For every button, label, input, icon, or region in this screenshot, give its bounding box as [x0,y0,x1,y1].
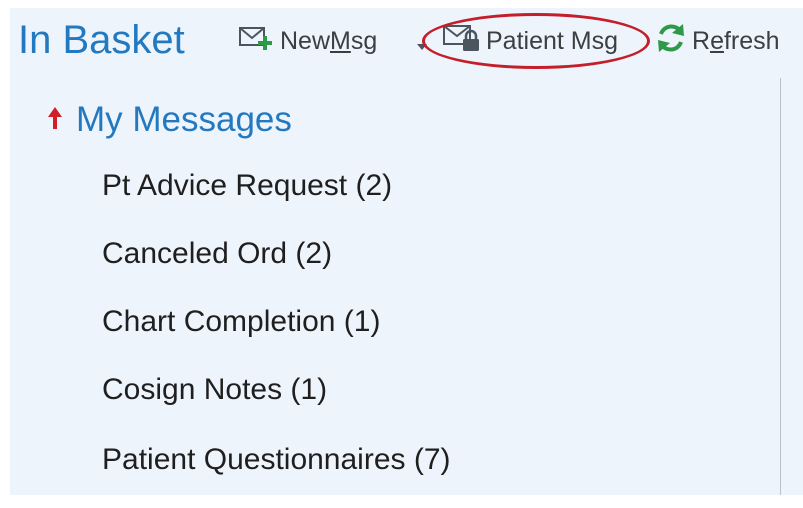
new-msg-label-prefix: New [280,26,331,55]
in-basket-panel: In Basket New Msg Patient Msg R e fresh … [10,8,803,495]
dropdown-caret-icon [416,29,428,58]
list-item-pt-advice-request[interactable]: Pt Advice Request (2) [102,166,451,234]
message-folder-list: Pt Advice Request (2) Canceled Ord (2) C… [102,166,451,508]
list-item-patient-questionnaires[interactable]: Patient Questionnaires (7) [102,440,451,508]
refresh-label-suffix: fresh [723,26,780,55]
refresh-button[interactable]: Re fresh [654,23,780,58]
page-title: In Basket [18,18,185,62]
up-arrow-icon [46,105,64,136]
new-msg-label-accesskey: M [330,26,351,55]
new-msg-button[interactable]: New Msg [238,24,377,58]
list-item-chart-completion[interactable]: Chart Completion (1) [102,302,451,370]
folder-title: My Messages [76,100,292,139]
list-item-cosign-notes[interactable]: Cosign Notes (1) [102,370,451,438]
new-msg-label-suffix: sg [350,26,378,55]
refresh-label-accesskey: e [710,26,724,55]
new-msg-dropdown-button[interactable] [414,26,430,60]
refresh-icon [654,21,688,62]
envelope-plus-icon [238,24,276,59]
in-basket-toolbar: In Basket New Msg Patient Msg R e fresh [10,8,803,72]
list-item-canceled-ord[interactable]: Canceled Ord (2) [102,234,451,302]
patient-msg-button[interactable]: Patient Msg [442,24,618,58]
envelope-lock-icon [442,23,482,60]
pane-divider[interactable] [780,78,781,495]
folder-my-messages[interactable]: My Messages [46,98,292,142]
patient-msg-label: Patient Msg [486,26,619,55]
refresh-label-prefix: R [692,26,711,55]
